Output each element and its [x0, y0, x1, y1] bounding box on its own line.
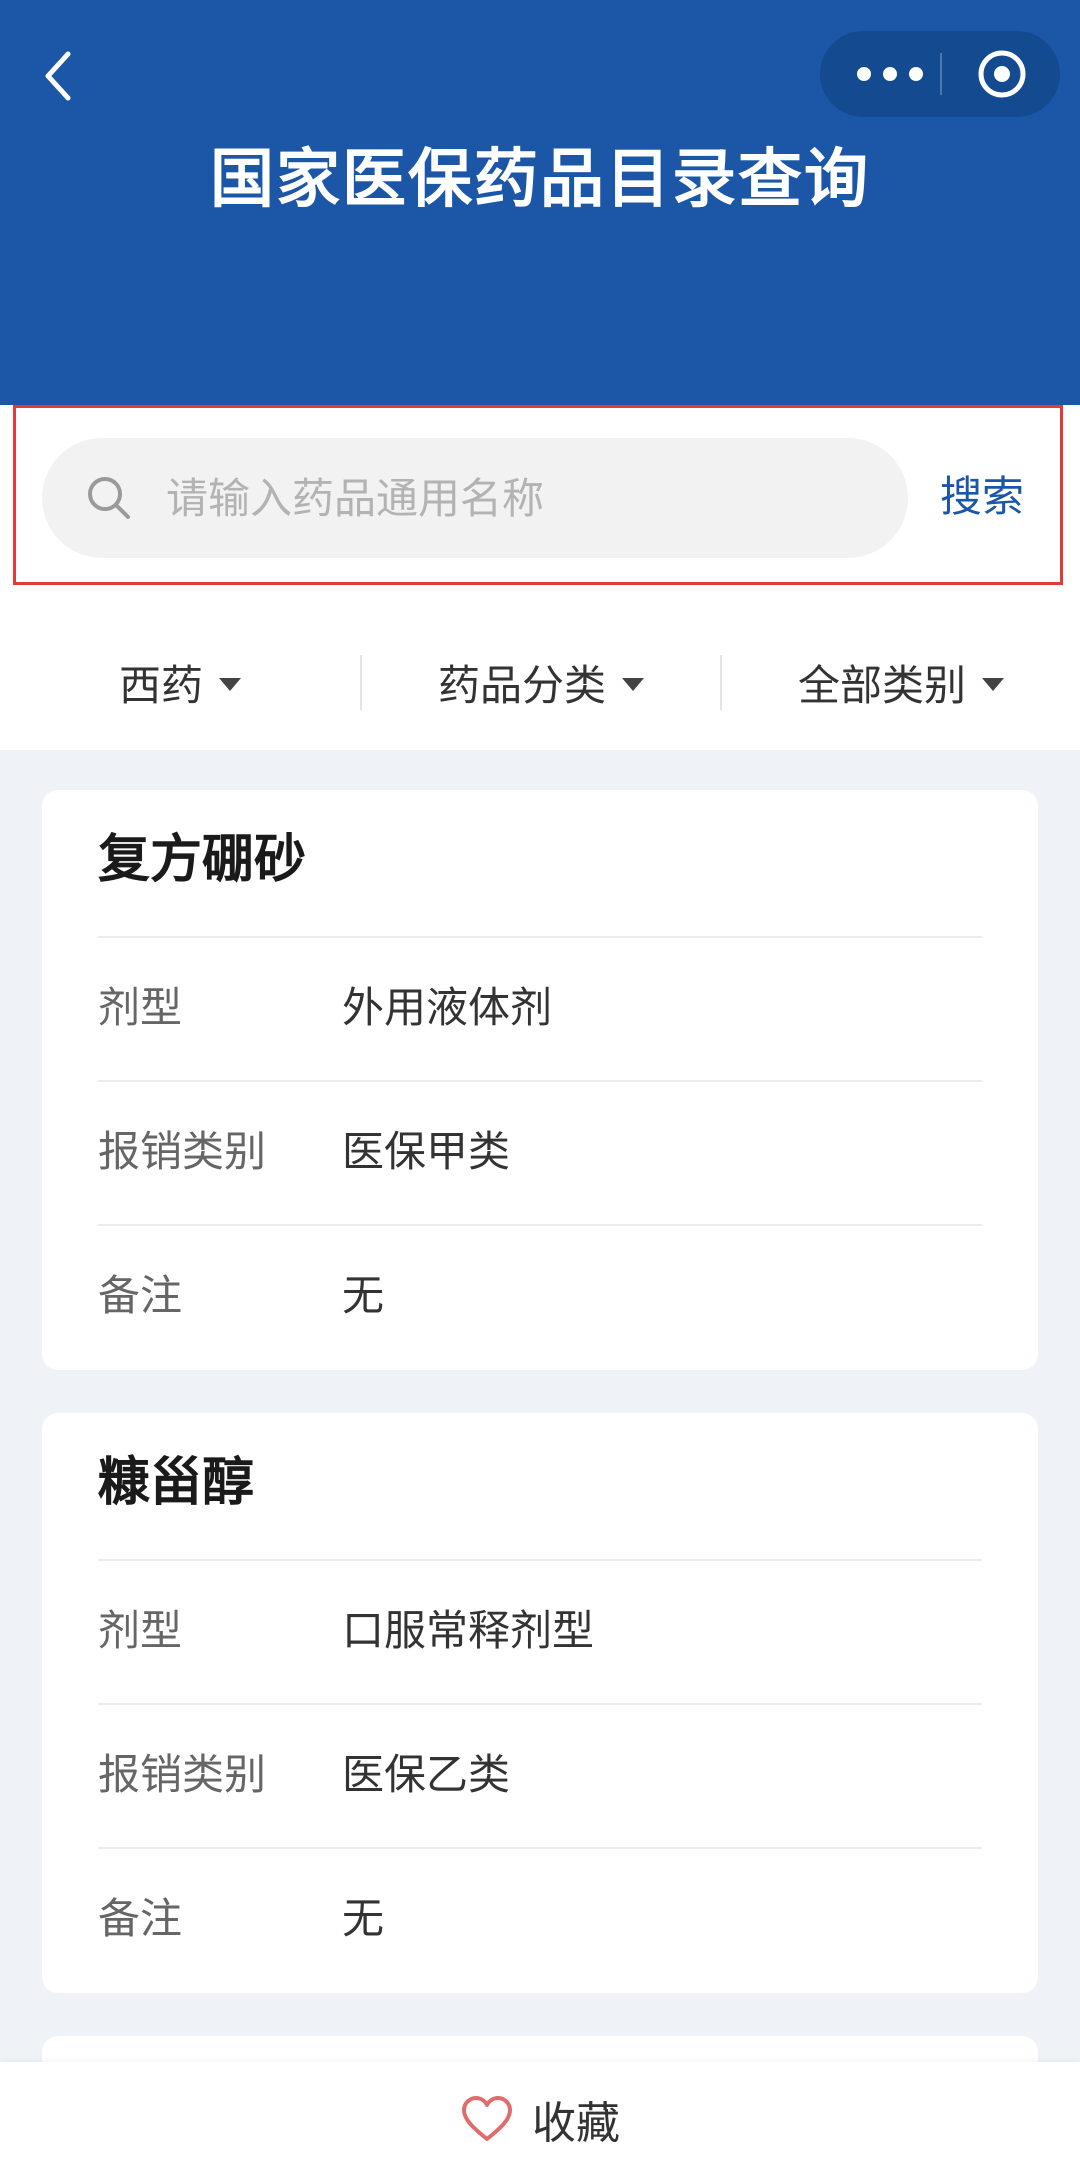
capsule-divider: [940, 53, 942, 95]
drug-card[interactable]: 复方硼砂 剂型 外用液体剂 报销类别 医保甲类 备注 无: [42, 790, 1038, 1370]
drug-info-row: 备注 无: [98, 1847, 982, 1991]
caret-down-icon: [982, 678, 1004, 691]
caret-down-icon: [219, 678, 241, 691]
drug-info-row: 报销类别 医保甲类: [98, 1080, 982, 1224]
filter-bar: 西药 药品分类 全部类别: [0, 625, 1080, 740]
row-label: 剂型: [98, 1606, 183, 1655]
row-label: 剂型: [98, 983, 183, 1032]
filter-label: 药品分类: [437, 661, 606, 710]
drug-name: 复方硼砂: [98, 830, 307, 890]
drug-info-row: 备注 无: [98, 1224, 982, 1368]
close-mini-program-button[interactable]: [970, 31, 1060, 117]
filter-drug-category[interactable]: 药品分类: [362, 625, 720, 740]
search-button[interactable]: 搜索: [940, 465, 1024, 529]
more-dots-icon: [857, 67, 923, 81]
search-icon: [88, 477, 130, 519]
filter-label: 西药: [118, 661, 203, 710]
heart-icon: [462, 2096, 512, 2141]
drug-card[interactable]: 糠甾醇 剂型 口服常释剂型 报销类别 医保乙类 备注 无: [42, 1413, 1038, 1993]
row-value: 医保甲类: [342, 1127, 511, 1176]
drug-info-row: 报销类别 医保乙类: [98, 1703, 982, 1847]
row-label: 报销类别: [98, 1127, 267, 1176]
search-box[interactable]: [42, 438, 908, 558]
bottom-bar: 收藏: [0, 2062, 1080, 2176]
search-input[interactable]: [166, 438, 866, 558]
row-label: 备注: [98, 1894, 183, 1943]
row-value: 无: [342, 1894, 385, 1943]
row-value: 医保乙类: [342, 1750, 511, 1799]
page-title: 国家医保药品目录查询: [210, 143, 870, 217]
row-value: 无: [342, 1271, 385, 1320]
filter-label: 全部类别: [797, 661, 966, 710]
favorite-label: 收藏: [532, 2098, 620, 2149]
drug-info-row: 剂型 口服常释剂型: [98, 1559, 982, 1703]
row-value: 外用液体剂: [342, 983, 553, 1032]
drug-name: 糠甾醇: [98, 1453, 255, 1513]
drug-info-row: 剂型 外用液体剂: [98, 936, 982, 1080]
target-icon: [978, 50, 1026, 98]
row-value: 口服常释剂型: [342, 1606, 595, 1655]
more-button[interactable]: [850, 31, 960, 117]
caret-down-icon: [622, 678, 644, 691]
row-label: 备注: [98, 1271, 183, 1320]
chevron-left-icon: [45, 51, 71, 101]
search-section: 搜索 西药 药品分类 全部类别: [0, 405, 1080, 750]
back-button[interactable]: [36, 48, 86, 104]
filter-all-categories[interactable]: 全部类别: [722, 625, 1080, 740]
favorite-button[interactable]: 收藏: [460, 2062, 620, 2176]
row-label: 报销类别: [98, 1750, 267, 1799]
header-bar: 国家医保药品目录查询: [0, 0, 1080, 405]
mini-program-capsule: [820, 31, 1060, 117]
filter-medicine-type[interactable]: 西药: [0, 625, 360, 740]
